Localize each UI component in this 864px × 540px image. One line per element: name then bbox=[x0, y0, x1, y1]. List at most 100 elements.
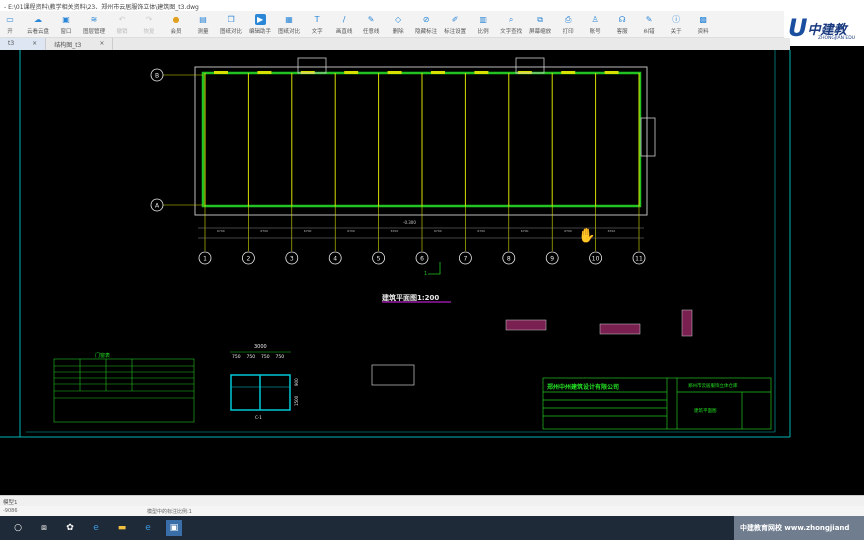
toolbar-button-resources[interactable]: ▩ 资料 bbox=[693, 11, 713, 35]
toolbar-button-drawing-compare[interactable]: ▦ 图纸对比 bbox=[278, 11, 300, 35]
window-mark bbox=[517, 71, 532, 74]
toolbar-button-zoom[interactable]: ⧉ 屏幕缩放 bbox=[529, 11, 552, 36]
toolbar-button-edit-assistant[interactable]: ▶ 编辑助手 bbox=[249, 11, 271, 35]
toolbar-button-feedback[interactable]: ✎ 纠错 bbox=[639, 11, 659, 35]
toolbar-button-hide[interactable]: ⊘ 隐藏标注 bbox=[415, 11, 437, 35]
toolbar-label: 文字 bbox=[311, 29, 323, 35]
cloud-icon: ☁ bbox=[34, 15, 42, 24]
toolbar: ▭ 开 ☁ 云看云盘 ▣ 窗口 ≋ 图层管理 ↶ 撤销 ↷ 恢复 ● 会员 ▤ 测量 ❐ 图纸对比 ▶ 编辑助手 ▦ 图纸… bbox=[0, 11, 864, 38]
app-icon[interactable]: ✿ bbox=[62, 520, 78, 536]
toolbar-button-redo[interactable]: ↷ 恢复 bbox=[139, 11, 159, 35]
axis-label: 11 bbox=[635, 256, 643, 263]
close-icon[interactable]: × bbox=[32, 40, 37, 48]
toolbar-button-undo[interactable]: ↶ 撤销 bbox=[112, 11, 132, 35]
toolbar-label: 账号 bbox=[589, 29, 601, 35]
toolbar-button-account[interactable]: ♙ 账号 bbox=[585, 11, 605, 35]
toolbar-label: 编辑助手 bbox=[249, 29, 272, 35]
feedback-icon: ✎ bbox=[645, 15, 653, 24]
toolbar-button-compare[interactable]: ❐ 图纸对比 bbox=[220, 11, 242, 35]
detail-section-2 bbox=[599, 323, 641, 335]
toolbar-button-measure[interactable]: ▤ 测量 bbox=[193, 11, 213, 35]
toolbar-label: 屏幕缩放 bbox=[529, 29, 552, 35]
dimension-text: 6700 bbox=[564, 229, 572, 233]
dimension-text: 6700 bbox=[260, 229, 268, 233]
search-icon[interactable]: ○ bbox=[10, 520, 26, 536]
detail-section-1 bbox=[505, 319, 547, 331]
toolbar-button-support[interactable]: ☊ 客服 bbox=[612, 11, 632, 35]
coordinates-readout: -9086 bbox=[3, 508, 18, 514]
toolbar-label: 纠错 bbox=[643, 29, 655, 35]
toolbar-button-line[interactable]: / 画直线 bbox=[334, 11, 354, 35]
axis-label: 7 bbox=[463, 256, 467, 263]
plan-title: 建筑平面图1:200 bbox=[382, 293, 439, 302]
toolbar-button-text-search[interactable]: ⌕ 文字查找 bbox=[500, 11, 522, 36]
dimension-text: 6700 bbox=[477, 229, 485, 233]
logo-subtext: ZHONGJIAN EDU bbox=[818, 36, 855, 41]
cad-icon[interactable]: ▣ bbox=[166, 520, 182, 536]
section-mark-label: 1 bbox=[424, 271, 427, 277]
window-mark bbox=[474, 71, 489, 74]
toolbar-button-text[interactable]: T 文字 bbox=[307, 11, 327, 35]
entrance-canopy bbox=[515, 57, 545, 74]
toolbar-label: 比例 bbox=[477, 29, 489, 35]
window-mark bbox=[604, 71, 619, 74]
logo-mark-icon: U bbox=[788, 14, 808, 42]
window-mark bbox=[561, 71, 576, 74]
door-table-title: 门窗表 bbox=[95, 352, 110, 359]
toolbar-button-vip[interactable]: ● 会员 bbox=[166, 11, 186, 35]
pit-detail bbox=[371, 364, 415, 386]
toolbar-button-annotation-settings[interactable]: ✐ 标注设置 bbox=[444, 11, 466, 35]
toolbar-label: 测量 bbox=[197, 29, 209, 35]
ie-icon[interactable]: e bbox=[88, 520, 104, 536]
freehand-icon: ✎ bbox=[367, 15, 375, 24]
toolbar-label: 任意线 bbox=[362, 29, 380, 35]
edit-assistant-icon: ▶ bbox=[254, 14, 266, 25]
toolbar-label: 图层管理 bbox=[83, 29, 106, 35]
task-view-icon[interactable]: ⧈ bbox=[36, 520, 52, 536]
status-bar: -9086 模型中的标注比例:1 bbox=[0, 506, 864, 516]
window-part-dim: 750 bbox=[232, 354, 241, 360]
toolbar-label: 画直线 bbox=[335, 29, 353, 35]
tab-t3[interactable]: t3 × bbox=[0, 38, 47, 50]
tab-structure[interactable]: 结构图_t3 × bbox=[46, 38, 114, 50]
print-icon: ⎙ bbox=[564, 14, 572, 24]
toolbar-label: 会员 bbox=[170, 29, 182, 35]
layout-tab[interactable]: 模型1 bbox=[0, 495, 864, 506]
window-height: 1500 bbox=[294, 395, 299, 406]
axis-label: 5 bbox=[377, 256, 381, 263]
window-icon: ▣ bbox=[62, 15, 70, 24]
axis-label: 4 bbox=[333, 256, 337, 263]
toolbar-button-scale[interactable]: ▥ 比例 bbox=[473, 11, 493, 35]
toolbar-button-window[interactable]: ▣ 窗口 bbox=[56, 11, 76, 35]
toolbar-button-open[interactable]: ▭ 开 bbox=[0, 11, 20, 35]
toolbar-button-print[interactable]: ⎙ 打印 bbox=[558, 11, 578, 36]
dimension-text: 6700 bbox=[521, 229, 529, 233]
window-part-dim: 750 bbox=[247, 354, 256, 360]
detail-section-3 bbox=[681, 309, 693, 337]
edge-icon[interactable]: e bbox=[140, 520, 156, 536]
tab-label: 结构图_t3 bbox=[54, 42, 82, 49]
window-part-dim: 750 bbox=[276, 354, 285, 360]
dimension-text: 6700 bbox=[347, 229, 355, 233]
drawing-canvas[interactable]: 1 6700 2 6700 3 6700 4 6700 5 6700 6 6700 7 6700 8 6700… bbox=[0, 50, 864, 495]
toolbar-button-layers[interactable]: ≋ 图层管理 bbox=[83, 11, 105, 35]
project-name: 郑州市云居服饰立体仓库 bbox=[688, 382, 738, 389]
window-height: 900 bbox=[294, 378, 299, 386]
toolbar-label: 图纸对比 bbox=[278, 29, 301, 35]
close-icon[interactable]: × bbox=[99, 40, 104, 48]
axis-label: 10 bbox=[592, 256, 600, 263]
toolbar-button-about[interactable]: ⓘ 关于 bbox=[666, 11, 686, 35]
toolbar-button-freehand[interactable]: ✎ 任意线 bbox=[361, 11, 381, 35]
tab-label: t3 bbox=[8, 40, 15, 47]
toolbar-label: 云看云盘 bbox=[27, 29, 50, 35]
zoom-icon: ⧉ bbox=[537, 14, 543, 24]
hide-icon: ⊘ bbox=[422, 15, 430, 24]
dimension-text: 6700 bbox=[608, 229, 616, 233]
folder-icon[interactable]: ▬ bbox=[114, 520, 130, 536]
section-mark bbox=[428, 262, 441, 275]
toolbar-button-cloud[interactable]: ☁ 云看云盘 bbox=[27, 11, 49, 35]
axis-label: 8 bbox=[507, 256, 511, 263]
column-lines bbox=[204, 71, 640, 206]
toolbar-button-eraser[interactable]: ◇ 删除 bbox=[388, 11, 408, 35]
annotation-settings-icon: ✐ bbox=[451, 15, 459, 24]
